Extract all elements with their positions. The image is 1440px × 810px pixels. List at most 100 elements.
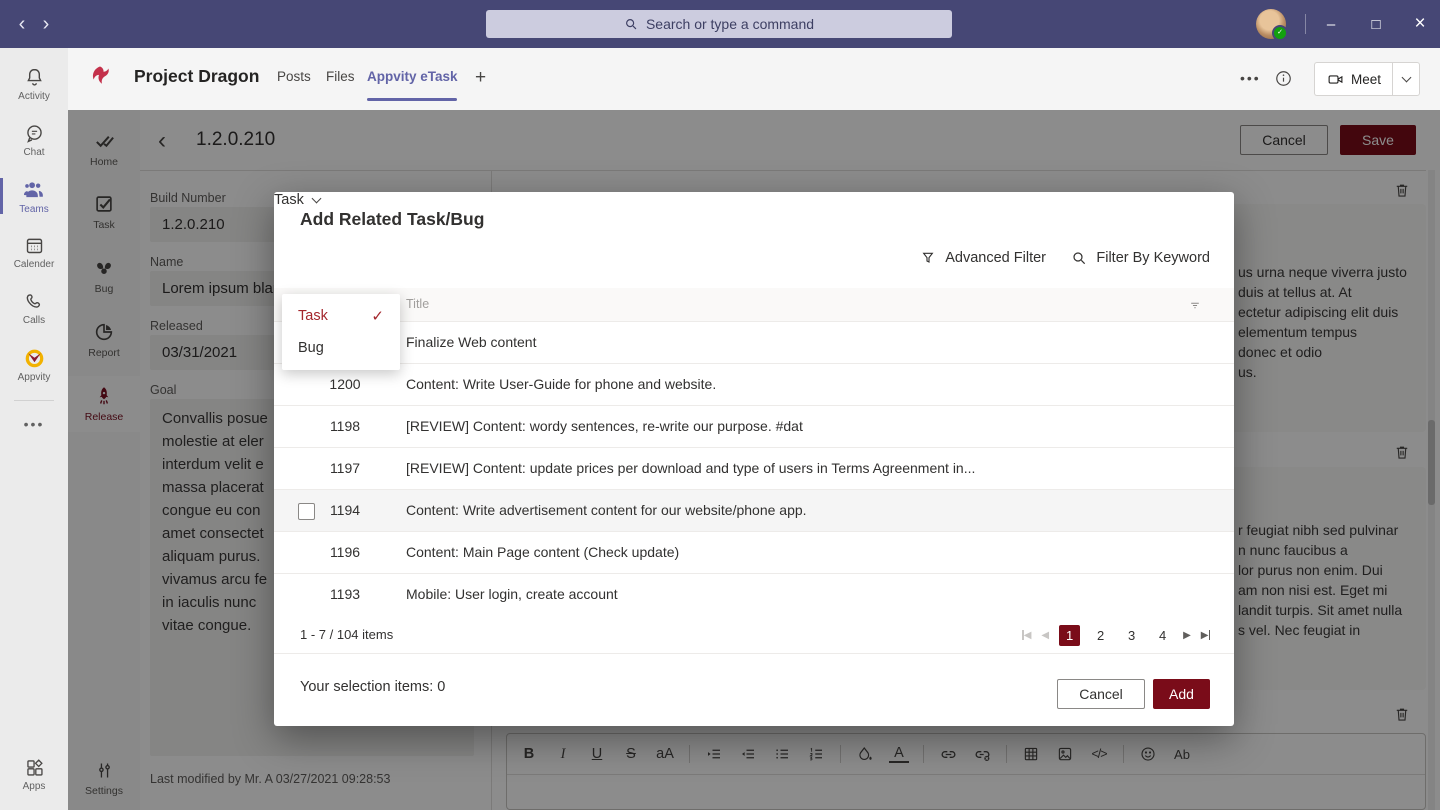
dialog-cancel-button[interactable]: Cancel (1057, 679, 1145, 709)
menu-item-label: Bug (298, 340, 324, 356)
row-title: [REVIEW] Content: update prices per down… (406, 460, 1206, 476)
selection-count-text: Your selection items: 0 (300, 679, 445, 695)
teams-icon (23, 178, 46, 201)
team-name: Project Dragon (134, 66, 259, 87)
column-header-title: Title (406, 297, 429, 311)
meet-label: Meet (1351, 72, 1381, 87)
add-related-task-dialog: Add Related Task/Bug Task Advanced Filte… (274, 192, 1234, 726)
row-title: [REVIEW] Content: wordy sentences, re-wr… (406, 418, 1206, 434)
table-row[interactable]: 1193 Mobile: User login, create account (274, 574, 1234, 616)
previous-page-button[interactable]: ◀ (1041, 630, 1049, 641)
apps-icon (24, 757, 45, 778)
page-button-1[interactable]: 1 (1059, 625, 1080, 646)
table-row[interactable]: Finalize Web content (274, 322, 1234, 364)
sidebar-item-label: Teams (19, 204, 48, 215)
forward-button[interactable]: › (34, 0, 58, 48)
page-button-2[interactable]: 2 (1090, 625, 1111, 646)
filter-by-keyword-button[interactable]: Filter By Keyword (1071, 250, 1210, 266)
row-title: Finalize Web content (406, 334, 1206, 350)
back-button[interactable]: ‹ (10, 0, 34, 48)
type-dropdown[interactable]: Task (274, 192, 1234, 208)
search-input[interactable]: Search or type a command (486, 10, 952, 38)
table-header: Title (274, 288, 1234, 322)
search-icon (1071, 250, 1087, 266)
pagination-summary: 1 - 7 / 104 items (300, 627, 393, 642)
row-id: 1197 (300, 460, 390, 476)
sidebar-item-chat[interactable]: Chat (0, 114, 68, 166)
close-button[interactable]: × (1398, 0, 1440, 48)
tab-appvity-etask[interactable]: Appvity eTask (367, 69, 458, 84)
row-title: Content: Write advertisement content for… (406, 502, 1206, 518)
row-id: 1198 (300, 418, 390, 434)
presence-badge: ✓ (1272, 25, 1288, 41)
avatar[interactable]: ✓ (1256, 9, 1286, 39)
sidebar-item-activity[interactable]: Activity (0, 58, 68, 110)
menu-item-bug[interactable]: Bug (282, 332, 400, 364)
chat-icon (24, 123, 45, 144)
checkmark-icon: ✓ (371, 307, 384, 325)
sidebar-item-label: Calls (23, 315, 45, 326)
pagination-bar: 1 - 7 / 104 items ◀ ◀ 1 2 3 4 ▶ ▶ (274, 616, 1234, 654)
type-dropdown-menu: Task ✓ Bug (282, 294, 400, 370)
first-page-button[interactable]: ◀ (1022, 630, 1031, 641)
meet-button[interactable]: Meet (1314, 62, 1393, 96)
meet-dropdown-button[interactable] (1392, 62, 1420, 96)
channel-header: Project Dragon Posts Files Appvity eTask… (68, 48, 1440, 110)
row-id: 1194 (300, 502, 390, 518)
row-id: 1200 (300, 376, 390, 392)
last-page-button[interactable]: ▶ (1201, 630, 1210, 641)
sidebar-item-label: Chat (23, 147, 44, 158)
chevron-down-icon (1401, 72, 1411, 82)
active-tab-underline (367, 98, 457, 101)
info-icon[interactable] (1274, 69, 1293, 88)
team-logo-icon (86, 64, 114, 92)
add-tab-button[interactable]: + (475, 67, 486, 89)
sidebar-item-calendar[interactable]: Calender (0, 226, 68, 278)
titlebar: ‹ › Search or type a command ✓ – □ × (0, 0, 1440, 48)
more-apps-button[interactable]: ••• (0, 416, 68, 432)
sidebar-item-label: Appvity (18, 372, 51, 383)
maximize-button[interactable]: □ (1354, 0, 1398, 48)
column-filter-icon[interactable] (1188, 298, 1202, 312)
menu-item-label: Task (298, 308, 328, 324)
page-button-3[interactable]: 3 (1121, 625, 1142, 646)
rail-divider (14, 400, 54, 401)
row-id: 1196 (300, 544, 390, 560)
menu-item-task[interactable]: Task ✓ (282, 300, 400, 332)
sidebar-item-label: Apps (23, 781, 46, 792)
sidebar-item-teams[interactable]: Teams (0, 170, 68, 222)
advanced-filter-label: Advanced Filter (945, 250, 1046, 266)
row-id: 1193 (300, 586, 390, 602)
dialog-title: Add Related Task/Bug (300, 209, 484, 230)
row-title: Content: Main Page content (Check update… (406, 544, 1206, 560)
appvity-logo-icon (23, 346, 46, 369)
table-row[interactable]: 1200 Content: Write User-Guide for phone… (274, 364, 1234, 406)
sidebar-item-appvity[interactable]: Appvity (0, 338, 68, 390)
sidebar-item-apps[interactable]: Apps (0, 748, 68, 800)
tab-files[interactable]: Files (326, 69, 355, 84)
type-dropdown-value: Task (274, 192, 304, 208)
table-row[interactable]: 1194 Content: Write advertisement conten… (274, 490, 1234, 532)
table-row[interactable]: 1198 [REVIEW] Content: wordy sentences, … (274, 406, 1234, 448)
sidebar-item-label: Calender (14, 259, 55, 270)
search-placeholder: Search or type a command (646, 16, 814, 32)
row-title: Content: Write User-Guide for phone and … (406, 376, 1206, 392)
teams-window: ‹ › Search or type a command ✓ – □ × Act… (0, 0, 1440, 810)
advanced-filter-button[interactable]: Advanced Filter (920, 250, 1046, 266)
page-button-4[interactable]: 4 (1152, 625, 1173, 646)
tab-posts[interactable]: Posts (277, 69, 311, 84)
minimize-button[interactable]: – (1309, 0, 1353, 48)
dialog-add-button[interactable]: Add (1153, 679, 1210, 709)
next-page-button[interactable]: ▶ (1183, 630, 1191, 641)
calendar-icon (24, 235, 45, 256)
search-icon (624, 17, 638, 31)
chevron-down-icon (311, 193, 321, 203)
funnel-icon (920, 250, 936, 266)
camera-icon (1327, 71, 1344, 88)
table-row[interactable]: 1196 Content: Main Page content (Check u… (274, 532, 1234, 574)
row-title: Mobile: User login, create account (406, 586, 1206, 602)
filter-by-keyword-label: Filter By Keyword (1096, 250, 1210, 266)
sidebar-item-calls[interactable]: Calls (0, 282, 68, 334)
channel-more-button[interactable]: ••• (1240, 70, 1261, 86)
table-row[interactable]: 1197 [REVIEW] Content: update prices per… (274, 448, 1234, 490)
